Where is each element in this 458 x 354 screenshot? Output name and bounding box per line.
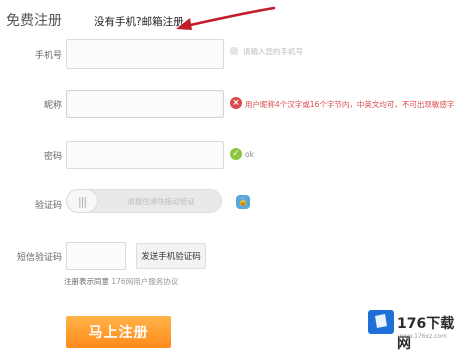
sms-code-label: 短信验证码: [16, 253, 62, 263]
password-input[interactable]: [66, 141, 224, 169]
lock-icon: 🔒: [236, 195, 250, 209]
page-title: 免费注册: [6, 13, 62, 29]
password-label: 密码: [43, 152, 62, 162]
nickname-input[interactable]: [66, 90, 224, 118]
captcha-label: 验证码: [34, 201, 62, 211]
captcha-slider-text: 请按住滑块拖动验证: [127, 197, 195, 206]
agreement-text: 注册表示同意 176网用户服务协议: [64, 276, 178, 287]
phone-input[interactable]: [66, 39, 224, 69]
agreement-prefix: 注册表示同意: [64, 277, 109, 286]
nickname-label: 昵称: [43, 101, 62, 111]
watermark-url: www.176xz.com: [398, 333, 447, 340]
captcha-slider-handle[interactable]: |||: [66, 189, 98, 213]
register-submit-button[interactable]: 马上注册: [66, 316, 171, 348]
phone-hint: 请输入您的手机号: [243, 47, 303, 56]
error-icon: ×: [230, 97, 242, 109]
nickname-error-hint: 用户昵称4个汉字或16个字节内，中英文均可，不可出现敏感字: [245, 100, 455, 109]
check-icon: ✓: [230, 148, 242, 160]
grip-icon: |||: [77, 194, 87, 208]
phone-label: 手机号: [34, 51, 62, 61]
watermark-logo-icon: [368, 310, 394, 334]
sms-code-input[interactable]: [66, 242, 126, 270]
phone-hint-icon: [230, 47, 238, 55]
annotation-arrow-icon: [176, 6, 276, 30]
send-sms-button[interactable]: 发送手机验证码: [136, 243, 206, 269]
agreement-link[interactable]: 176网用户服务协议: [111, 277, 178, 286]
password-ok-hint: ok: [245, 150, 254, 159]
